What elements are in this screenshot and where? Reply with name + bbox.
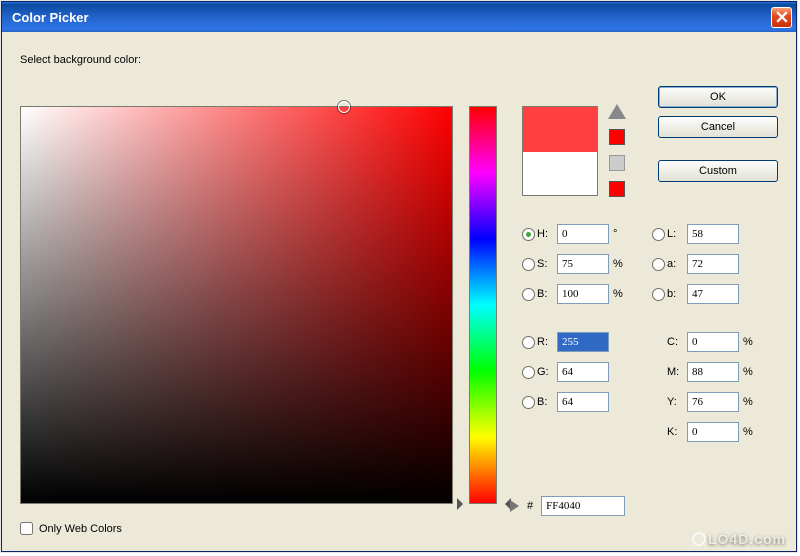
value-fields: H: ° L: S: % a: xyxy=(522,222,778,450)
web-colors-checkbox[interactable] xyxy=(20,522,33,535)
label-y: Y: xyxy=(667,396,687,408)
label-h: H: xyxy=(537,228,557,240)
gamut-warning-icon[interactable] xyxy=(608,104,626,119)
label-k: K: xyxy=(667,426,687,438)
label-g: G: xyxy=(537,366,557,378)
watermark-icon xyxy=(692,532,706,546)
preview-new-color xyxy=(523,107,597,152)
input-h[interactable] xyxy=(557,224,609,244)
color-preview xyxy=(522,106,598,196)
radio-h[interactable] xyxy=(522,228,535,241)
color-picker-dialog: Color Picker Select background color: xyxy=(1,1,797,552)
radio-b-lab[interactable] xyxy=(652,288,665,301)
hex-pointer-icon xyxy=(510,500,519,512)
radio-r[interactable] xyxy=(522,336,535,349)
web-colors-checkbox-row[interactable]: Only Web Colors xyxy=(20,522,122,535)
input-b-lab[interactable] xyxy=(687,284,739,304)
label-c: C: xyxy=(667,336,687,348)
suffix-degree: ° xyxy=(609,228,627,240)
label-b-rgb: B: xyxy=(537,396,557,408)
radio-b-hsb[interactable] xyxy=(522,288,535,301)
label-hash: # xyxy=(527,500,533,512)
input-s[interactable] xyxy=(557,254,609,274)
gamut-swatch[interactable] xyxy=(609,129,625,145)
input-hex[interactable] xyxy=(541,496,625,516)
cancel-button[interactable]: Cancel xyxy=(658,116,778,138)
websafe-swatch[interactable] xyxy=(609,181,625,197)
websafe-cube-icon[interactable] xyxy=(609,155,625,171)
suffix-pct-b: % xyxy=(609,288,627,300)
label-b-hsb: B: xyxy=(537,288,557,300)
suffix-pct-s: % xyxy=(609,258,627,270)
label-s: S: xyxy=(537,258,557,270)
radio-s[interactable] xyxy=(522,258,535,271)
suffix-pct-k: % xyxy=(739,426,757,438)
label-b-lab: b: xyxy=(667,288,687,300)
label-r: R: xyxy=(537,336,557,348)
input-a[interactable] xyxy=(687,254,739,274)
saturation-brightness-field[interactable] xyxy=(20,106,453,504)
close-button[interactable] xyxy=(771,7,792,28)
hue-handle-left-icon[interactable] xyxy=(457,498,469,510)
hue-strip[interactable] xyxy=(469,106,497,504)
label-a: a: xyxy=(667,258,687,270)
label-l: L: xyxy=(667,228,687,240)
radio-a[interactable] xyxy=(652,258,665,271)
web-colors-label: Only Web Colors xyxy=(39,523,122,535)
titlebar[interactable]: Color Picker xyxy=(2,2,796,32)
close-icon xyxy=(776,11,788,23)
input-l[interactable] xyxy=(687,224,739,244)
input-y[interactable] xyxy=(687,392,739,412)
radio-b-rgb[interactable] xyxy=(522,396,535,409)
radio-g[interactable] xyxy=(522,366,535,379)
input-g[interactable] xyxy=(557,362,609,382)
input-b-rgb[interactable] xyxy=(557,392,609,412)
suffix-pct-y: % xyxy=(739,396,757,408)
suffix-pct-c: % xyxy=(739,336,757,348)
suffix-pct-m: % xyxy=(739,366,757,378)
custom-button[interactable]: Custom xyxy=(658,160,778,182)
watermark: LO4D.com xyxy=(692,531,786,547)
radio-l[interactable] xyxy=(652,228,665,241)
input-b-hsb[interactable] xyxy=(557,284,609,304)
input-m[interactable] xyxy=(687,362,739,382)
window-title: Color Picker xyxy=(12,10,771,25)
label-m: M: xyxy=(667,366,687,378)
hue-slider[interactable] xyxy=(469,106,499,504)
input-r[interactable] xyxy=(557,332,609,352)
preview-old-color[interactable] xyxy=(523,152,597,196)
input-c[interactable] xyxy=(687,332,739,352)
ok-button[interactable]: OK xyxy=(658,86,778,108)
sb-marker[interactable] xyxy=(338,101,350,113)
input-k[interactable] xyxy=(687,422,739,442)
prompt-label: Select background color: xyxy=(20,54,778,66)
